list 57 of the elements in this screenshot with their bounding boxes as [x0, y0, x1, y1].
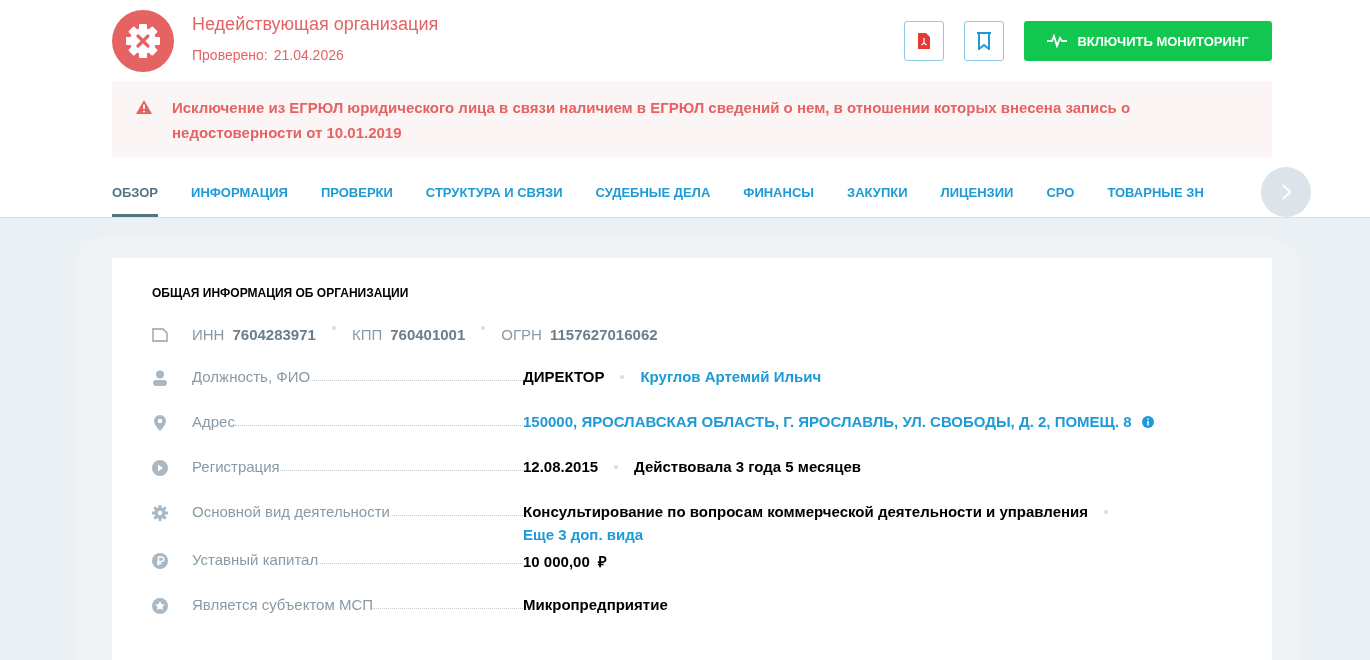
star-icon: [152, 598, 168, 614]
tab[interactable]: ОБЗОР: [112, 167, 159, 217]
field-value: Действовала 3 года 5 месяцев: [634, 458, 861, 475]
field-value: Микропредприятие: [523, 596, 668, 613]
field-label: Адрес: [192, 413, 235, 430]
warning-icon: [136, 100, 152, 114]
gear-icon: [152, 505, 168, 521]
field-value: ДИРЕКТОР: [523, 368, 605, 385]
value-link[interactable]: Круглов Артемий Ильич: [640, 368, 822, 385]
id-value: 7604283971: [232, 326, 316, 343]
tab[interactable]: ФИНАНСЫ: [743, 167, 814, 217]
tab[interactable]: ЗАКУПКИ: [847, 167, 908, 217]
card-title: ОБЩАЯ ИНФОРМАЦИЯ ОБ ОРГАНИЗАЦИИ: [152, 286, 410, 300]
separator-dot: [614, 464, 619, 469]
ruble-icon: [152, 553, 168, 569]
value-link[interactable]: 150000, ЯРОСЛАВСКАЯ ОБЛАСТЬ, Г. ЯРОСЛАВЛЬ, УЛ. СВОБОДЫ, Д. 2, ПОМЕЩ. 8: [523, 413, 1132, 430]
field-label: Уставный капитал: [192, 551, 319, 568]
id-label: ИНН: [192, 326, 225, 343]
checked-date: 21.04.2026: [273, 47, 344, 63]
status-title: Недействующая организация: [192, 14, 439, 35]
id-label: ОГРН: [501, 326, 542, 343]
checked-label: Проверено:: [192, 47, 268, 63]
separator-dot: [481, 326, 486, 330]
pdf-icon: [918, 33, 930, 49]
separator-dot: [620, 374, 625, 379]
pulse-icon: [1047, 34, 1068, 48]
bookmark-icon: [976, 32, 992, 50]
tab[interactable]: СТРУКТУРА И СВЯЗИ: [425, 167, 563, 217]
info-icon[interactable]: [1141, 415, 1154, 428]
field-label: Регистрация: [192, 458, 280, 475]
id-label: КПП: [351, 326, 383, 343]
document-icon: [152, 328, 168, 342]
tab[interactable]: СРО: [1046, 167, 1075, 217]
tab[interactable]: ИНФОРМАЦИЯ: [191, 167, 288, 217]
more-link[interactable]: Еще 3 доп. вида: [523, 526, 1125, 543]
field-value: 12.08.2015: [523, 458, 599, 475]
id-value: 760401001: [390, 326, 466, 343]
field-value: Консультирование по вопросам коммерческой деятельности и управления: [523, 503, 1089, 520]
field-value: 10 000,00 ₽: [523, 552, 608, 571]
tab[interactable]: ЛИЦЕНЗИИ: [940, 167, 1014, 217]
gear-cross-icon: [112, 10, 174, 72]
monitoring-button[interactable]: ВКЛЮЧИТЬ МОНИТОРИНГ: [1024, 21, 1272, 61]
id-value: 1157627016062: [549, 326, 658, 343]
person-icon: [152, 370, 168, 386]
alert-text: Исключение из ЕГРЮЛ юридического лица в связи наличием в ЕГРЮЛ сведений о нем, в отношении которых внесена запись о недостоверности от 10.01.2019: [172, 98, 1132, 143]
chevron-right-icon: [1281, 184, 1291, 200]
field-label: Основной вид деятельности: [192, 503, 390, 520]
bookmark-button[interactable]: [964, 21, 1004, 61]
play-icon: [152, 460, 168, 476]
pin-icon: [152, 415, 168, 431]
tab[interactable]: ТОВАРНЫЕ ЗН: [1107, 167, 1204, 217]
pdf-button[interactable]: [904, 21, 944, 61]
tab[interactable]: СУДЕБНЫЕ ДЕЛА: [595, 167, 711, 217]
field-label: Должность, ФИО: [192, 368, 311, 385]
tab[interactable]: ПРОВЕРКИ: [320, 167, 393, 217]
field-label: Является субъектом МСП: [192, 596, 373, 613]
separator-dot: [331, 326, 336, 330]
